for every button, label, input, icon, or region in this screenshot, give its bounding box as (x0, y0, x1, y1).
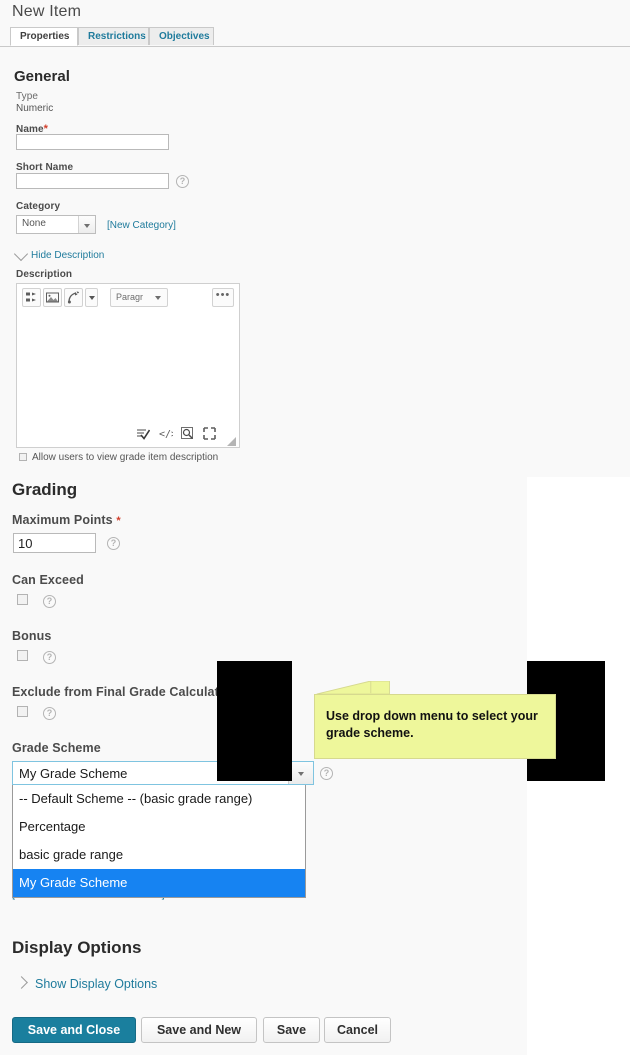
description-editor-body[interactable] (17, 311, 239, 425)
bonus-help-icon[interactable]: ? (43, 651, 56, 664)
cancel-button[interactable]: Cancel (324, 1017, 391, 1043)
maximum-points-label-text: Maximum Points (12, 513, 113, 527)
type-label: Type (16, 91, 39, 102)
tab-restrictions[interactable]: Restrictions (78, 27, 149, 45)
editor-more-insert-dropdown[interactable] (85, 288, 98, 307)
preview-icon[interactable] (181, 427, 194, 443)
svg-text:</>: </> (159, 429, 173, 440)
grade-scheme-option[interactable]: basic grade range (13, 841, 305, 869)
grade-scheme-option[interactable]: Percentage (13, 813, 305, 841)
exclude-from-final-grade-help-icon[interactable]: ? (43, 707, 56, 720)
can-exceed-label: Can Exceed (12, 573, 84, 587)
maximum-points-required-marker: * (116, 515, 121, 527)
spellcheck-icon[interactable] (136, 427, 151, 443)
chevron-right-icon (15, 976, 28, 989)
name-input[interactable] (16, 134, 169, 150)
description-editor: Paragr ••• </> (16, 283, 240, 448)
category-label: Category (16, 201, 61, 212)
editor-toolbar: Paragr ••• (17, 284, 239, 312)
save-and-new-button[interactable]: Save and New (141, 1017, 257, 1043)
editor-overflow-button[interactable]: ••• (212, 288, 234, 307)
chevron-down-icon (13, 246, 29, 262)
grading-heading: Grading (12, 480, 78, 499)
grade-scheme-option-selected[interactable]: My Grade Scheme (13, 869, 305, 897)
paragraph-style-select[interactable]: Paragr (110, 288, 168, 307)
page-title: New Item (12, 3, 82, 20)
allow-users-view-description-checkbox[interactable] (19, 453, 27, 461)
category-select[interactable]: None (16, 215, 96, 234)
quicklink-icon[interactable] (64, 288, 83, 307)
callout-shadow (217, 661, 292, 781)
tab-objectives[interactable]: Objectives (149, 27, 214, 45)
chevron-down-icon (88, 295, 95, 300)
grade-scheme-label: Grade Scheme (12, 741, 101, 755)
general-heading: General (14, 68, 70, 85)
allow-users-view-description-label: Allow users to view grade item descripti… (32, 452, 219, 463)
editor-footer: </> (17, 425, 239, 447)
short-name-input[interactable] (16, 173, 169, 189)
chevron-down-icon (84, 223, 90, 228)
chevron-down-icon (298, 772, 304, 776)
grade-scheme-select-value: My Grade Scheme (19, 766, 128, 781)
bonus-checkbox[interactable] (17, 650, 28, 661)
category-select-arrow[interactable] (78, 216, 95, 233)
short-name-help-icon[interactable]: ? (176, 175, 189, 188)
show-display-options-link[interactable]: Show Display Options (35, 977, 157, 991)
hide-description-link[interactable]: Hide Description (31, 250, 104, 261)
grade-scheme-help-icon[interactable]: ? (320, 767, 333, 780)
can-exceed-checkbox[interactable] (17, 594, 28, 605)
tab-strip: Properties Restrictions Objectives (0, 27, 630, 47)
tab-properties[interactable]: Properties (10, 27, 78, 46)
display-options-heading: Display Options (12, 938, 142, 957)
resize-grip-icon[interactable] (227, 435, 236, 446)
description-label: Description (16, 269, 73, 280)
callout-text: Use drop down menu to select your grade … (326, 709, 538, 740)
maximum-points-input[interactable] (13, 533, 96, 553)
callout-note: Use drop down menu to select your grade … (314, 681, 556, 759)
save-button[interactable]: Save (263, 1017, 320, 1043)
exclude-from-final-grade-label: Exclude from Final Grade Calculation (12, 685, 238, 699)
category-select-value: None (22, 218, 46, 229)
chevron-down-icon (155, 295, 161, 300)
bonus-label: Bonus (12, 629, 52, 643)
paragraph-style-value: Paragr (116, 292, 144, 302)
grade-scheme-option[interactable]: -- Default Scheme -- (basic grade range) (13, 785, 305, 813)
insert-stuff-icon[interactable] (22, 288, 41, 307)
fullscreen-icon[interactable] (203, 427, 216, 443)
save-and-close-button[interactable]: Save and Close (12, 1017, 136, 1043)
html-source-icon[interactable]: </> (159, 427, 177, 443)
can-exceed-help-icon[interactable]: ? (43, 595, 56, 608)
callout-fold-corner (316, 681, 390, 695)
exclude-from-final-grade-checkbox[interactable] (17, 706, 28, 717)
maximum-points-label: Maximum Points * (12, 513, 121, 527)
short-name-label: Short Name (16, 162, 74, 173)
insert-image-icon[interactable] (43, 288, 62, 307)
grade-scheme-option-list[interactable]: -- Default Scheme -- (basic grade range)… (12, 785, 306, 898)
new-category-link[interactable]: [New Category] (107, 220, 176, 231)
type-value: Numeric (16, 103, 54, 114)
maximum-points-help-icon[interactable]: ? (107, 537, 120, 550)
